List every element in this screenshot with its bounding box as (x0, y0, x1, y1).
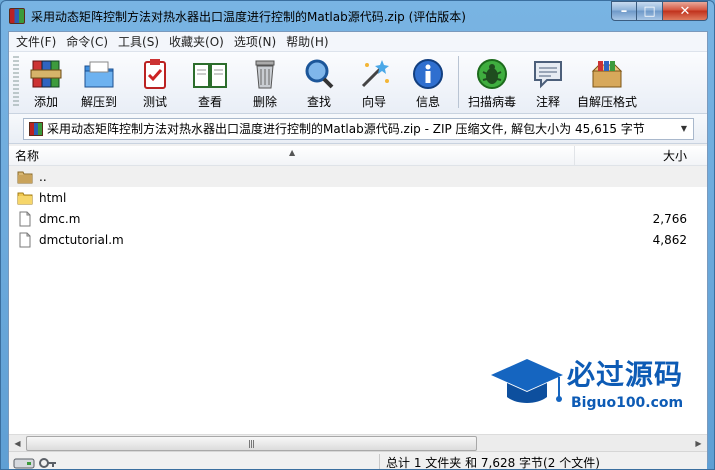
extract-to-button[interactable]: 解压到 (70, 56, 128, 110)
delete-button[interactable]: 删除 (238, 56, 292, 110)
sfx-label: 自解压格式 (576, 95, 637, 109)
sfx-button[interactable]: 自解压格式 (575, 56, 639, 110)
view-label: 查看 (197, 95, 222, 109)
find-magnifier-icon (301, 56, 337, 91)
file-name: .. (39, 169, 47, 184)
find-label: 查找 (306, 95, 331, 109)
test-label: 测试 (142, 95, 167, 109)
window-controls: – □ ✕ (611, 1, 708, 21)
menu-options[interactable]: 选项(N) (229, 33, 281, 50)
list-header: ▲ 名称 大小 (9, 146, 707, 166)
scroll-track[interactable] (26, 435, 690, 451)
file-size: 4,862 (652, 232, 687, 247)
add-button[interactable]: 添加 (22, 56, 70, 110)
view-book-icon (192, 56, 228, 91)
menu-commands[interactable]: 命令(C) (61, 33, 113, 50)
comment-button[interactable]: 注释 (521, 56, 575, 110)
status-bar: 总计 1 文件夹 和 7,628 字节(2 个文件) (9, 451, 707, 470)
delete-label: 删除 (252, 95, 277, 109)
extract-to-icon (81, 56, 117, 91)
virus-scan-bug-icon (474, 56, 510, 91)
close-button[interactable]: ✕ (663, 1, 708, 21)
chevron-down-icon[interactable]: ▼ (677, 122, 691, 136)
virus-scan-button[interactable]: 扫描病毒 (463, 56, 521, 110)
window-title: 采用动态矩阵控制方法对热水器出口温度进行控制的Matlab源代码.zip (评估… (31, 10, 466, 24)
wizard-label: 向导 (361, 95, 386, 109)
extract-to-label: 解压到 (80, 95, 117, 109)
file-name: html (39, 190, 67, 205)
sort-up-icon: ▲ (289, 148, 296, 157)
file-size: 2,766 (652, 211, 687, 226)
maximize-button[interactable]: □ (637, 1, 663, 21)
wizard-button[interactable]: 向导 (346, 56, 402, 110)
add-archive-icon (28, 56, 64, 91)
file-icon (17, 211, 33, 227)
key-icon[interactable] (39, 456, 57, 470)
list-item-parent[interactable]: .. (9, 166, 707, 187)
horizontal-scrollbar[interactable]: ◀ ▶ (9, 434, 707, 451)
view-button[interactable]: 查看 (182, 56, 238, 110)
menu-file[interactable]: 文件(F) (11, 33, 61, 50)
delete-trash-icon (247, 56, 283, 91)
status-icons (9, 456, 379, 470)
client-area: 文件(F) 命令(C) 工具(S) 收藏夹(O) 选项(N) 帮助(H) 添加 (8, 31, 708, 469)
test-button[interactable]: 测试 (128, 56, 182, 110)
title-bar[interactable]: 采用动态矩阵控制方法对热水器出口温度进行控制的Matlab源代码.zip (评估… (1, 1, 714, 31)
wizard-wand-icon (356, 56, 392, 91)
status-text: 总计 1 文件夹 和 7,628 字节(2 个文件) (386, 456, 600, 470)
scroll-grip (249, 439, 255, 448)
file-list: ▲ 名称 大小 .. html dmc.m 2,766 dmctutorial.… (9, 146, 707, 434)
address-text: 采用动态矩阵控制方法对热水器出口温度进行控制的Matlab源代码.zip - Z… (47, 122, 645, 136)
file-name: dmc.m (39, 211, 81, 226)
address-bar: 采用动态矩阵控制方法对热水器出口温度进行控制的Matlab源代码.zip - Z… (9, 114, 707, 144)
virus-scan-label: 扫描病毒 (467, 95, 516, 109)
test-icon (137, 56, 173, 91)
menu-bar: 文件(F) 命令(C) 工具(S) 收藏夹(O) 选项(N) 帮助(H) (9, 32, 707, 52)
list-item-html[interactable]: html (9, 187, 707, 208)
add-label: 添加 (33, 95, 58, 109)
info-label: 信息 (415, 95, 440, 109)
column-header-size[interactable]: 大小 (575, 146, 693, 165)
scroll-right-icon[interactable]: ▶ (690, 435, 707, 451)
watermark-subtitle: Biguo100.com (571, 395, 684, 411)
app-window: 采用动态矩阵控制方法对热水器出口温度进行控制的Matlab源代码.zip (评估… (0, 0, 715, 470)
toolbar-grip[interactable] (13, 56, 19, 108)
file-name: dmctutorial.m (39, 232, 124, 247)
column-name-label: 名称 (15, 149, 40, 163)
graduation-cap-icon (491, 359, 563, 403)
list-item-dmc[interactable]: dmc.m 2,766 (9, 208, 707, 229)
toolbar-separator (458, 56, 459, 108)
address-field[interactable]: 采用动态矩阵控制方法对热水器出口温度进行控制的Matlab源代码.zip - Z… (23, 117, 694, 140)
file-icon (17, 232, 33, 248)
info-icon (410, 56, 446, 91)
comment-icon (530, 56, 566, 91)
menu-favorites[interactable]: 收藏夹(O) (164, 33, 229, 50)
list-item-dmctutorial[interactable]: dmctutorial.m 4,862 (9, 229, 707, 250)
menu-tools[interactable]: 工具(S) (113, 33, 164, 50)
toolbar: 添加 解压到 测试 查看 删除 查找 向导 信息 扫描病毒 注释 自解压格式 (9, 52, 707, 114)
column-size-label: 大小 (662, 149, 687, 163)
parent-folder-icon (17, 169, 33, 185)
folder-icon (17, 190, 33, 206)
watermark-title: 必过源码 (567, 358, 684, 391)
watermark: 必过源码 Biguo100.com (487, 353, 697, 423)
winrar-app-icon[interactable] (9, 8, 25, 24)
drive-icon[interactable] (13, 456, 35, 470)
column-header-name[interactable]: ▲ 名称 (9, 146, 575, 165)
info-button[interactable]: 信息 (402, 56, 454, 110)
menu-help[interactable]: 帮助(H) (281, 33, 333, 50)
scroll-thumb[interactable] (26, 435, 477, 451)
comment-label: 注释 (535, 95, 560, 109)
scroll-left-icon[interactable]: ◀ (9, 435, 26, 451)
find-button[interactable]: 查找 (292, 56, 346, 110)
sfx-box-icon (589, 56, 625, 91)
archive-icon (29, 121, 43, 136)
minimize-button[interactable]: – (611, 1, 637, 21)
